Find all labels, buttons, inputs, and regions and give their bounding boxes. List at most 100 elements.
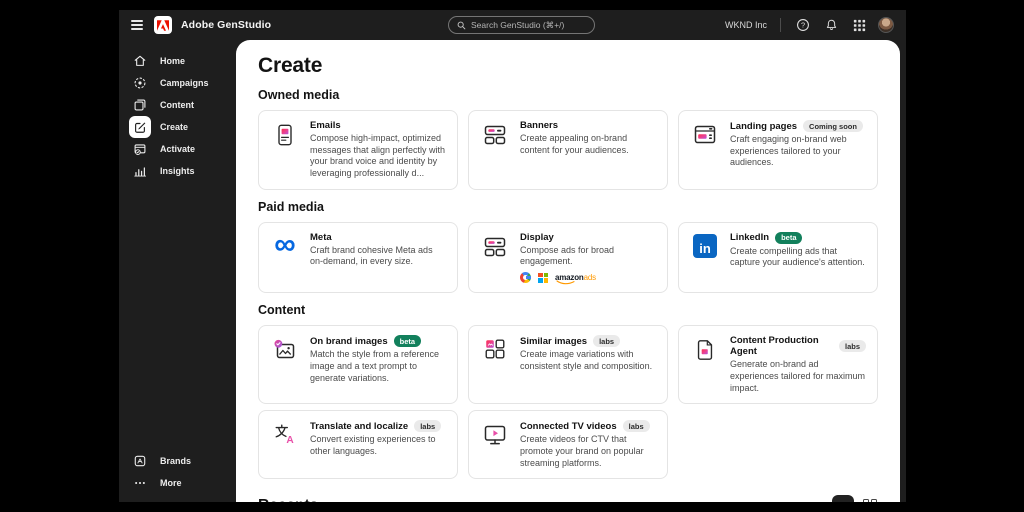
global-search[interactable] [448,16,595,34]
amazon-ads-logo: amazon ads [555,273,596,284]
svg-text:A: A [286,435,294,446]
meta-logo: ∞ [274,227,296,261]
list-view-icon [837,500,849,502]
card-description: Match the style from a reference image a… [310,349,440,383]
topbar-divider [780,18,781,32]
topbar: Adobe GenStudio WKND Inc ? [119,10,906,40]
sidebar-label: More [160,478,182,488]
campaigns-icon [129,72,151,94]
landing-pages-icon [690,120,720,180]
card-description: Create videos for CTV that promote your … [520,434,644,468]
sidebar-item-activate[interactable]: Activate [119,138,236,160]
create-icon [129,116,151,138]
main-panel: Create Owned media Emails Compose high-i… [236,40,900,502]
card-banners[interactable]: Banners Create appealing on-brand conten… [468,110,668,190]
content-cards: On brand images beta Match the style fro… [258,325,878,480]
card-title: Connected TV videos [520,420,617,432]
card-connected-tv-videos[interactable]: Connected TV videos labs Create videos f… [468,410,668,480]
screen: Adobe GenStudio WKND Inc ? [0,0,1024,512]
adobe-logo[interactable] [154,16,172,34]
page-title: Create [258,54,323,77]
home-icon [129,50,151,72]
user-avatar[interactable] [878,17,894,33]
card-description: Create appealing on-brand content for yo… [520,133,629,155]
owned-media-cards: Emails Compose high-impact, optimized me… [258,110,878,190]
card-landing-pages[interactable]: Landing pages Coming soon Craft engaging… [678,110,878,190]
app-window: Adobe GenStudio WKND Inc ? [119,10,906,502]
display-partner-logos: amazon ads [520,272,656,284]
more-dots-icon [129,472,151,494]
activate-icon [129,138,151,160]
coming-soon-badge: Coming soon [803,120,863,132]
list-view-button[interactable] [832,495,854,502]
section-heading-paid-media: Paid media [258,199,324,214]
help-icon[interactable]: ? [794,16,812,34]
sidebar-label: Home [160,56,186,66]
sidebar-label: Campaigns [160,78,209,88]
labs-badge: labs [622,420,650,433]
emails-icon [270,120,300,180]
beta-badge: beta [393,335,422,348]
content-production-agent-icon [690,335,720,394]
sidebar-item-content[interactable]: Content [119,94,236,116]
card-content-production-agent[interactable]: Content Production Agent labs Generate o… [678,325,878,405]
sidebar-item-campaigns[interactable]: Campaigns [119,72,236,94]
banners-icon [480,120,510,180]
card-description: Compose ads for broad engagement. [520,244,615,267]
card-similar-images[interactable]: Similar images labs Create image variati… [468,325,668,405]
card-meta[interactable]: ∞ Meta Craft brand cohesive Meta ads on-… [258,221,458,294]
search-input[interactable] [471,20,586,30]
grid-view-button[interactable] [862,498,878,502]
content-icon [129,94,151,116]
sidebar-item-brands[interactable]: Brands [119,450,236,472]
card-description: Compose high-impact, optimized messages … [310,133,446,179]
sidebar-label: Content [160,100,194,110]
similar-images-icon [480,335,510,394]
card-description: Convert existing experiences to other la… [310,434,436,456]
linkedin-logo: in [690,232,720,283]
translate-localize-icon: A [270,420,300,469]
card-translate-localize[interactable]: A Translate and localize labs Convert ex… [258,410,458,480]
labs-badge: labs [414,420,442,433]
org-name[interactable]: WKND Inc [725,20,767,30]
beta-badge: beta [775,231,803,244]
card-title: Translate and localize [310,420,409,432]
card-description: Craft engaging on-brand web experiences … [730,134,847,168]
card-title: Landing pages [730,120,798,132]
card-title: Emails [310,120,341,131]
sidebar-item-more[interactable]: More [119,472,236,494]
svg-text:?: ? [801,21,805,30]
search-icon [457,21,466,29]
insights-icon [129,160,151,182]
paid-media-cards: ∞ Meta Craft brand cohesive Meta ads on-… [258,221,878,294]
sidebar-item-home[interactable]: Home [119,50,236,72]
labs-badge: labs [838,340,866,353]
app-title: Adobe GenStudio [181,19,272,31]
on-brand-images-icon [270,335,300,394]
card-emails[interactable]: Emails Compose high-impact, optimized me… [258,110,458,190]
card-title: Banners [520,120,559,131]
sidebar-item-create[interactable]: Create [119,116,236,138]
notifications-bell-icon[interactable] [822,16,840,34]
google-logo [520,272,531,284]
card-title: Content Production Agent [730,335,819,358]
sidebar-item-insights[interactable]: Insights [119,160,236,182]
sidebar-label: Create [160,122,189,132]
sidebar-label: Activate [160,144,196,154]
card-title: LinkedIn [730,232,770,244]
sidebar: Home Campaigns Content Create Activate I… [119,40,236,502]
hamburger-menu-icon[interactable] [127,15,147,35]
card-on-brand-images[interactable]: On brand images beta Match the style fro… [258,325,458,405]
connected-tv-icon [480,420,510,469]
card-linkedin[interactable]: in LinkedIn beta Create compelling ads t… [678,221,878,294]
sidebar-label: Insights [160,166,195,176]
section-heading-content: Content [258,303,306,318]
card-description: Craft brand cohesive Meta ads on-demand,… [310,244,433,267]
card-title: Similar images [520,335,588,347]
card-display[interactable]: Display Compose ads for broad engagement… [468,221,668,294]
card-description: Create image variations with consistent … [520,349,653,371]
app-switcher-grid-icon[interactable] [850,16,868,34]
card-description: Create compelling ads that capture your … [730,245,865,268]
card-title: Meta [310,231,332,243]
display-icon [480,232,510,283]
